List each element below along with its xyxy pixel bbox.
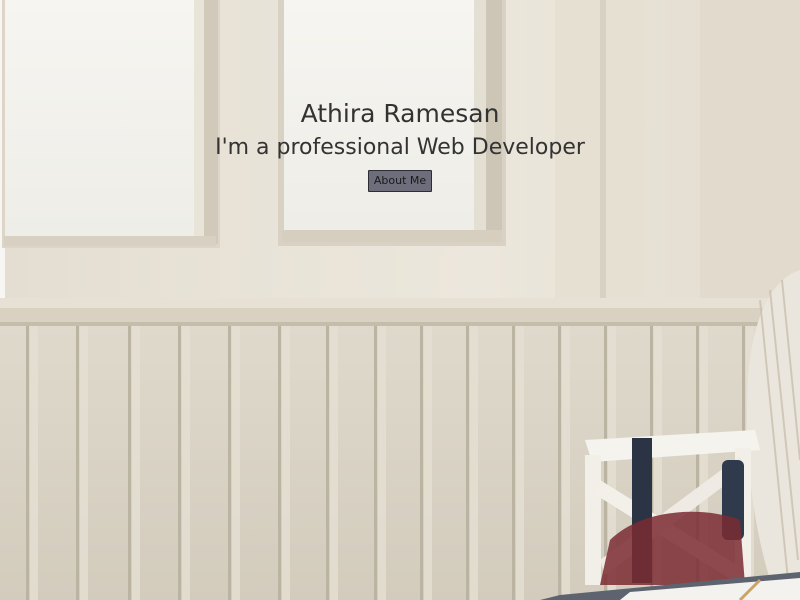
hero-name: Athira Ramesan bbox=[300, 99, 500, 128]
hero-section: Athira Ramesan I'm a professional Web De… bbox=[0, 0, 800, 600]
hero-content: Athira Ramesan I'm a professional Web De… bbox=[0, 97, 800, 192]
about-me-button[interactable]: About Me bbox=[367, 170, 433, 192]
hero-tagline: I'm a professional Web Developer bbox=[215, 135, 585, 160]
background-photo bbox=[0, 0, 800, 600]
